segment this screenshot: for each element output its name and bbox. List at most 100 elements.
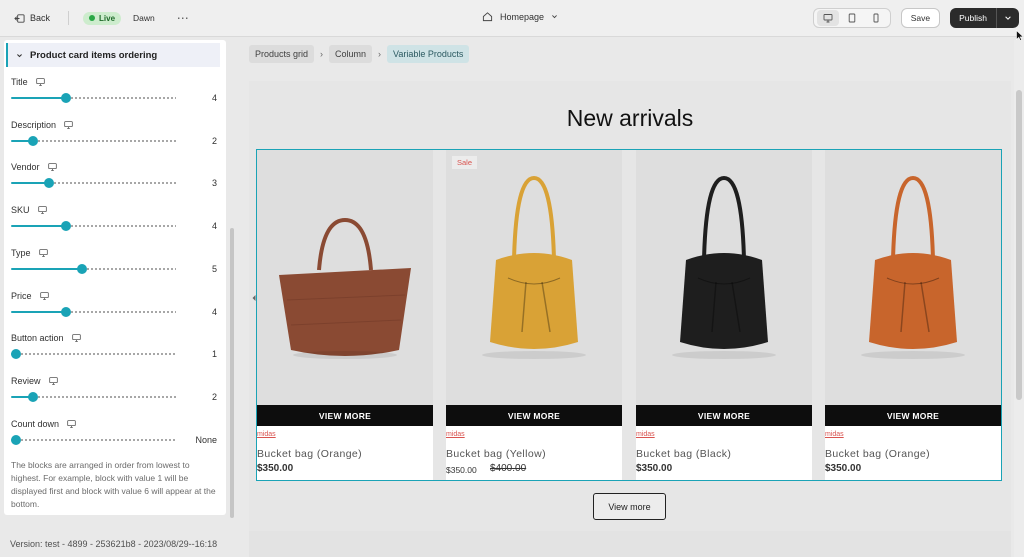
product-card[interactable]: Sale VIEW MORE midas Bucket bag (Yellow) $35… <box>446 150 622 480</box>
tablet-view-button[interactable] <box>841 10 863 26</box>
breadcrumb-item-column[interactable]: Column <box>329 45 373 63</box>
slider-track <box>37 139 176 142</box>
slider-thumb[interactable] <box>11 434 21 445</box>
product-card[interactable]: VIEW MORE midas Bucket bag (Black) $350.00 <box>636 150 812 480</box>
desktop-icon <box>823 14 833 23</box>
breadcrumb-item-variable-products[interactable]: Variable Products <box>387 45 470 63</box>
slider-thumb[interactable] <box>61 93 71 103</box>
page-selector[interactable]: Homepage <box>482 11 558 22</box>
setting-label: Vendor <box>11 161 219 173</box>
slider-value: 4 <box>211 306 217 317</box>
chevron-down-icon <box>17 53 22 57</box>
device-switcher <box>812 8 891 28</box>
setting-label: Count down <box>11 418 219 430</box>
product-image[interactable] <box>636 150 812 405</box>
product-card[interactable]: VIEW MORE midas Bucket bag (Orange) $350.00 <box>825 150 1001 480</box>
product-vendor[interactable]: midas <box>257 431 276 438</box>
setting-label-text: Title <box>11 77 28 87</box>
view-more-button[interactable]: View more <box>593 493 666 520</box>
monitor-icon <box>64 120 73 129</box>
range-slider[interactable] <box>11 178 176 189</box>
product-title[interactable]: Bucket bag (Black) <box>636 448 731 460</box>
monitor-icon <box>67 419 76 428</box>
setting-label-text: SKU <box>11 205 30 216</box>
slider-track <box>70 225 176 228</box>
preview-canvas: New arrivals VIEW MORE midas Bucket bag (O… <box>249 81 1011 557</box>
slider-fill <box>11 97 66 99</box>
product-vendor[interactable]: midas <box>825 431 844 438</box>
compare-at-price: $400.00 <box>490 463 527 474</box>
slider-thumb[interactable] <box>28 391 38 402</box>
section-header[interactable]: Product card items ordering <box>6 43 220 67</box>
top-bar-right: Save Publish <box>812 8 1019 28</box>
product-title[interactable]: Bucket bag (Orange) <box>257 448 362 460</box>
page-selector-label: Homepage <box>500 11 545 22</box>
settings-sidebar: Product card items ordering Title 4 Descri… <box>4 40 226 515</box>
product-image[interactable] <box>825 150 1001 405</box>
setting-label-text: Description <box>11 119 57 130</box>
back-button[interactable]: Back <box>10 10 54 27</box>
section-title: Product card items ordering <box>30 49 158 61</box>
more-options-icon[interactable]: ⋯ <box>177 12 190 24</box>
canvas-scrollbar-thumb[interactable] <box>1016 90 1022 400</box>
range-slider[interactable] <box>11 135 176 146</box>
product-cta-button[interactable]: VIEW MORE <box>636 405 812 426</box>
product-title[interactable]: Bucket bag (Yellow) <box>446 448 546 460</box>
publish-options-button[interactable] <box>997 8 1019 28</box>
chevron-left-icon <box>252 295 256 301</box>
setting-label-text: Type <box>11 247 31 258</box>
setting-button-action: Button action 1 <box>11 332 219 374</box>
range-slider[interactable] <box>11 434 176 445</box>
product-grid[interactable]: VIEW MORE midas Bucket bag (Orange) $350.00… <box>256 149 1002 481</box>
slider-value: None <box>195 434 217 445</box>
product-cta-button[interactable]: VIEW MORE <box>825 405 1001 426</box>
slider-thumb[interactable] <box>61 306 71 317</box>
collapse-sidebar-button[interactable] <box>249 288 259 308</box>
slider-thumb[interactable] <box>61 221 71 232</box>
setting-sku: SKU 4 <box>11 204 219 246</box>
mobile-view-button[interactable] <box>865 10 887 26</box>
product-cta-button[interactable]: VIEW MORE <box>257 405 433 426</box>
canvas-scrollbar[interactable] <box>1014 40 1024 557</box>
top-bar: Back Live Dawn ⋯ Homepage Save Publish <box>0 0 1024 37</box>
home-icon <box>482 12 493 22</box>
range-slider[interactable] <box>11 263 176 274</box>
sale-badge: Sale <box>452 156 478 169</box>
monitor-icon <box>39 291 49 300</box>
breadcrumb-item-products-grid[interactable]: Products grid <box>249 45 315 63</box>
range-slider[interactable] <box>11 221 176 232</box>
setting-label-text: Count down <box>11 418 60 429</box>
product-info: midas Bucket bag (Yellow) $350.00 $400.00 <box>446 426 622 480</box>
product-image[interactable]: Sale <box>446 150 622 405</box>
setting-price: Price 4 <box>11 290 219 332</box>
sidebar-scrollbar[interactable] <box>230 228 234 518</box>
range-slider[interactable] <box>11 306 176 317</box>
product-card[interactable]: VIEW MORE midas Bucket bag (Orange) $350.00 <box>257 150 433 480</box>
monitor-icon <box>48 377 58 385</box>
monitor-icon <box>38 249 48 257</box>
setting-description: Description 2 <box>11 119 219 161</box>
slider-thumb[interactable] <box>28 135 38 146</box>
range-slider[interactable] <box>11 349 176 360</box>
monitor-icon <box>37 206 47 214</box>
slider-thumb[interactable] <box>11 349 21 360</box>
save-button[interactable]: Save <box>900 8 941 28</box>
slider-thumb[interactable] <box>44 178 54 189</box>
product-vendor[interactable]: midas <box>636 431 655 438</box>
setting-vendor: Vendor 3 <box>11 161 219 203</box>
range-slider[interactable] <box>11 93 176 103</box>
top-bar-left: Back Live Dawn ⋯ <box>0 10 190 27</box>
range-slider[interactable] <box>11 391 176 402</box>
publish-group: Publish <box>950 8 1019 28</box>
slider-thumb[interactable] <box>77 263 87 274</box>
product-vendor[interactable]: midas <box>446 431 465 438</box>
publish-button[interactable]: Publish <box>950 8 997 28</box>
mobile-icon <box>873 13 879 23</box>
slider-value: 5 <box>211 263 217 274</box>
product-image[interactable] <box>257 150 433 405</box>
product-title[interactable]: Bucket bag (Orange) <box>825 448 930 460</box>
desktop-view-button[interactable] <box>816 10 839 26</box>
chevron-down-icon <box>552 15 557 19</box>
product-price: $350.00 <box>257 463 294 474</box>
product-cta-button[interactable]: VIEW MORE <box>446 405 622 426</box>
